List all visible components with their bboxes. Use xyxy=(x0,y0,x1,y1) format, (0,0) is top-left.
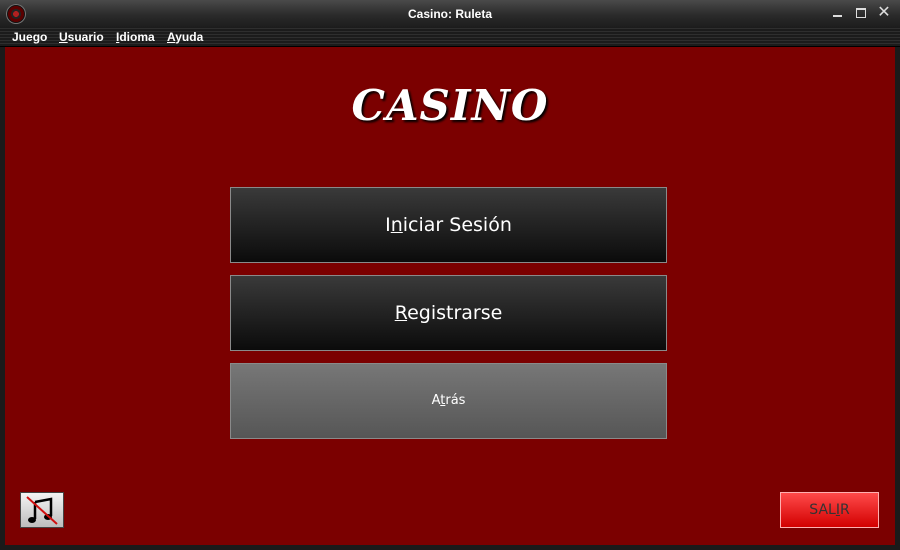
menu-ayuda[interactable]: Ayuda xyxy=(167,30,203,44)
minimize-icon xyxy=(833,15,842,17)
exit-label-start: SAL xyxy=(809,502,836,518)
maximize-button[interactable] xyxy=(851,4,871,22)
back-label-end: rás xyxy=(445,393,466,408)
maximize-icon xyxy=(856,8,866,18)
casino-heading: CASINO xyxy=(351,81,549,130)
title-bar[interactable]: Casino: Ruleta ✕ xyxy=(0,0,900,29)
menu-ayuda-mnemonic: A xyxy=(167,30,176,44)
menu-bar: Juego Usuario Idioma Ayuda xyxy=(0,28,900,47)
menu-juego[interactable]: Juego xyxy=(12,30,47,44)
register-mnemonic: R xyxy=(394,302,408,324)
menu-idioma-label-end: dioma xyxy=(119,30,155,44)
minimize-button[interactable] xyxy=(828,4,848,22)
menu-idioma[interactable]: Idioma xyxy=(116,30,155,44)
menu-usuario-mnemonic: U xyxy=(59,30,68,44)
main-panel: CASINO Iniciar Sesión Registrarse Atrás … xyxy=(5,47,895,545)
register-button[interactable]: Registrarse xyxy=(230,275,667,351)
app-window: Casino: Ruleta ✕ Juego Usuario Idioma Ay… xyxy=(0,0,900,550)
menu-juego-label-start: Jue xyxy=(12,30,33,44)
menu-juego-label-end: o xyxy=(40,30,48,44)
menu-usuario[interactable]: Usuario xyxy=(59,30,104,44)
login-mnemonic: n xyxy=(390,214,403,236)
back-label-start: A xyxy=(431,393,441,408)
menu-juego-mnemonic: g xyxy=(32,30,41,44)
close-button[interactable]: ✕ xyxy=(874,4,894,22)
exit-label-end: R xyxy=(839,502,850,518)
music-muted-icon xyxy=(26,496,58,525)
register-label-end: egistrarse xyxy=(407,302,503,324)
window-title: Casino: Ruleta xyxy=(407,7,492,21)
menu-usuario-label-end: suario xyxy=(67,30,104,44)
close-icon: ✕ xyxy=(877,4,891,21)
login-button[interactable]: Iniciar Sesión xyxy=(230,187,667,263)
menu-ayuda-label-end: yuda xyxy=(175,30,204,44)
exit-button[interactable]: SALIR xyxy=(780,492,879,528)
music-toggle-button[interactable] xyxy=(20,492,64,528)
login-label-end: iciar Sesión xyxy=(402,214,512,236)
back-button[interactable]: Atrás xyxy=(230,363,667,439)
